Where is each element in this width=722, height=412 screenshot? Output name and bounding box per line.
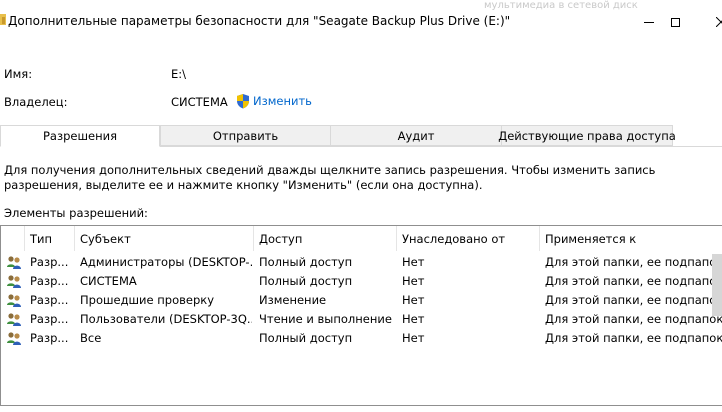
users-icon: [7, 294, 21, 307]
cell-subject: Прошедшие проверку: [80, 292, 215, 307]
column-icon[interactable]: [1, 226, 25, 251]
cell-subject: Администраторы (DESKTOP-...: [80, 254, 252, 269]
name-value: E:\: [171, 67, 187, 81]
table-row[interactable]: Разр... Прошедшие проверку Изменение Нет Для…: [1, 290, 722, 309]
close-icon: [716, 17, 722, 27]
maximize-button[interactable]: [652, 0, 698, 44]
tab-audit[interactable]: Аудит: [330, 125, 502, 146]
cell-applies: Для этой папки, ее подпапок ...: [545, 254, 722, 269]
column-type[interactable]: Тип: [25, 226, 75, 251]
column-subject[interactable]: Субъект: [75, 226, 254, 251]
tab-effective-access[interactable]: Действующие права доступа: [498, 125, 676, 146]
permissions-list[interactable]: Тип Субъект Доступ Унаследовано от Приме…: [0, 225, 722, 406]
description-text: Для получения дополнительных сведений дв…: [4, 163, 656, 192]
cell-access: Изменение: [259, 292, 327, 307]
cell-inherited: Нет: [402, 330, 425, 345]
owner-label: Владелец:: [4, 95, 68, 109]
cell-type: Разр...: [30, 311, 69, 326]
owner-value: СИСТЕМА: [171, 95, 228, 109]
table-row[interactable]: Разр... Все Полный доступ Нет Для этой папки…: [1, 328, 722, 347]
cell-subject: Пользователи (DESKTOP-3Q...: [80, 311, 252, 326]
column-applies-to[interactable]: Применяется к: [540, 226, 722, 251]
cell-type: Разр...: [30, 254, 69, 269]
title-bar: Дополнительные параметры безопасности дл…: [0, 0, 722, 44]
table-row[interactable]: Разр... СИСТЕМА Полный доступ Нет Для этой п…: [1, 271, 722, 290]
vertical-scrollbar[interactable]: [712, 254, 722, 316]
change-owner-link[interactable]: Изменить: [235, 93, 312, 109]
table-row[interactable]: Разр... Администраторы (DESKTOP-... Полный…: [1, 252, 722, 271]
table-row[interactable]: Разр... Пользователи (DESKTOP-3Q... Чтение…: [1, 309, 722, 328]
tab-label: Действующие права доступа: [498, 128, 676, 143]
tab-send[interactable]: Отправить: [160, 125, 331, 146]
folder-icon: [0, 14, 6, 25]
tab-label: Аудит: [397, 128, 435, 143]
list-header: Тип Субъект Доступ Унаследовано от Приме…: [1, 226, 722, 252]
cell-access: Полный доступ: [259, 330, 353, 345]
users-icon: [7, 313, 21, 326]
window-title: Дополнительные параметры безопасности дл…: [8, 14, 511, 28]
close-button[interactable]: [698, 0, 722, 44]
cell-inherited: Нет: [402, 311, 425, 326]
cell-type: Разр...: [30, 330, 69, 345]
tab-strip: Разрешения Отправить Аудит Действующие п…: [0, 125, 722, 147]
name-label: Имя:: [4, 67, 33, 81]
cell-applies: Для этой папки, ее подпапок ...: [545, 273, 722, 288]
uac-shield-icon: [237, 94, 249, 109]
cell-inherited: Нет: [402, 273, 425, 288]
change-link-label: Изменить: [253, 94, 312, 108]
cell-access: Полный доступ: [259, 254, 353, 269]
cell-subject: Все: [80, 330, 102, 345]
cell-applies: Для этой папки, ее подпапок ...: [545, 311, 722, 326]
tab-label: Разрешения: [43, 129, 117, 143]
users-icon: [7, 256, 21, 269]
cell-inherited: Нет: [402, 292, 425, 307]
tab-permissions[interactable]: Разрешения: [0, 125, 160, 147]
users-icon: [7, 332, 21, 345]
permissions-label: Элементы разрешений:: [4, 206, 148, 220]
cell-type: Разр...: [30, 292, 69, 307]
cell-applies: Для этой папки, ее подпапок ...: [545, 330, 722, 345]
cell-access: Полный доступ: [259, 273, 353, 288]
cell-access: Чтение и выполнение: [259, 311, 392, 326]
column-inherited-from[interactable]: Унаследовано от: [397, 226, 540, 251]
cell-inherited: Нет: [402, 254, 425, 269]
cell-subject: СИСТЕМА: [80, 273, 137, 288]
cell-applies: Для этой папки, ее подпапок ...: [545, 292, 722, 307]
maximize-icon: [670, 17, 680, 27]
tab-label: Отправить: [212, 128, 279, 143]
users-icon: [7, 275, 21, 288]
cell-type: Разр...: [30, 273, 69, 288]
column-access[interactable]: Доступ: [254, 226, 397, 251]
